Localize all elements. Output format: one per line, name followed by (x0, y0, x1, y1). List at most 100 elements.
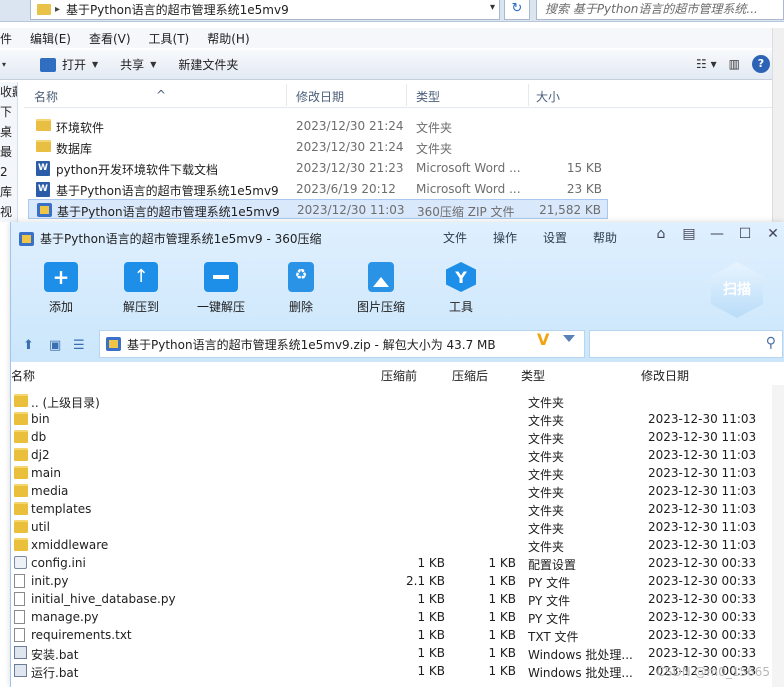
address-bar[interactable]: ▸ 基于Python语言的超市管理系统1e5mv9 ▾ (30, 0, 500, 20)
menu-item-tools[interactable]: 工具(T) (149, 30, 190, 47)
folder-icon (14, 538, 28, 551)
one-click-extract-label: 一键解压 (196, 300, 245, 314)
scrollbar[interactable] (772, 28, 784, 222)
folder-icon (14, 466, 28, 479)
address-bar-row: ▸ 基于Python语言的超市管理系统1e5mv9 ▾ ↻ 搜索 基于Pytho… (0, 0, 784, 22)
chevron-down-icon[interactable]: ▾ (2, 60, 16, 69)
maximize-icon[interactable]: ☐ (737, 226, 753, 242)
nav-item[interactable]: 桌 (0, 122, 17, 142)
column-size[interactable]: 大小 (536, 88, 560, 105)
menu-item-view[interactable]: 查看(V) (89, 30, 131, 47)
menu-item-file[interactable]: 文件 (443, 229, 467, 246)
zip-file-row[interactable]: .. (上级目录) 文件夹 (11, 392, 771, 410)
zip-file-name: templates (31, 502, 92, 516)
one-click-extract-button[interactable]: 一键解压 (181, 262, 261, 315)
menu-item-settings[interactable]: 设置 (543, 229, 567, 246)
zip-file-row[interactable]: bin 文件夹 2023-12-30 11:03 (11, 410, 771, 428)
zip-file-row[interactable]: media 文件夹 2023-12-30 11:03 (11, 482, 771, 500)
preview-pane-icon[interactable]: ▥ (729, 57, 740, 71)
thumbnail-view-icon[interactable]: ▣ (49, 338, 61, 353)
scrollbar[interactable] (772, 385, 784, 687)
help-icon[interactable]: ? (752, 55, 770, 73)
zip-file-row[interactable]: 安装.bat 1 KB 1 KB Windows 批处理... 2023-12-30 0… (11, 644, 771, 662)
column-divider[interactable] (286, 84, 287, 106)
config-file-icon (14, 556, 27, 569)
nav-item[interactable]: 最 (0, 142, 17, 162)
scan-button[interactable]: 扫描 (711, 262, 763, 318)
column-date[interactable]: 修改日期 (296, 88, 344, 105)
column-date[interactable]: 修改日期 (641, 367, 689, 384)
zip-file-after-size: 1 KB (488, 574, 516, 588)
zip-file-name: util (31, 520, 50, 534)
zip-file-row[interactable]: manage.py 1 KB 1 KB PY 文件 2023-12-30 00:33 (11, 608, 771, 626)
close-icon[interactable]: ✕ (765, 226, 781, 242)
image-compress-button[interactable]: 图片压缩 (341, 262, 421, 315)
skin-icon[interactable]: ⌂ (653, 226, 669, 242)
list-view-icon[interactable]: ☰ (73, 338, 85, 353)
chevron-down-icon[interactable]: ▾ (490, 2, 495, 13)
chevron-down-icon[interactable] (563, 335, 575, 342)
menu-item-edit[interactable]: 编辑(E) (30, 30, 71, 47)
view-controls: ☷ ▾ ▥ ? (696, 55, 770, 73)
menu-item-operate[interactable]: 操作 (493, 229, 517, 246)
column-name[interactable]: 名称 (34, 88, 58, 105)
file-row[interactable]: W python开发环境软件下载文档 2023/12/30 21:23 Micr… (28, 158, 608, 178)
new-folder-button[interactable]: 新建文件夹 (178, 56, 238, 73)
file-row[interactable]: 数据库 2023/12/30 21:24 文件夹 (28, 137, 608, 157)
file-size: 23 KB (566, 182, 602, 196)
zip-file-row[interactable]: util 文件夹 2023-12-30 11:03 (11, 518, 771, 536)
extract-to-button[interactable]: 解压到 (101, 262, 181, 315)
column-before[interactable]: 压缩前 (381, 367, 417, 384)
view-options-icon[interactable]: ☷ ▾ (696, 57, 717, 71)
archive-path-bar[interactable]: 基于Python语言的超市管理系统1e5mv9.zip - 解包大小为 43.7… (99, 330, 585, 358)
open-button[interactable]: 打开 ▼ (40, 56, 98, 73)
zip-file-row[interactable]: xmiddleware 文件夹 2023-12-30 11:03 (11, 536, 771, 554)
column-divider[interactable] (528, 84, 529, 106)
nav-item[interactable]: 库 (0, 182, 17, 202)
column-name[interactable]: 名称 (11, 367, 35, 384)
menu-item-help[interactable]: 帮助 (593, 229, 617, 246)
column-type[interactable]: 类型 (416, 88, 440, 105)
file-row[interactable]: W 基于Python语言的超市管理系统1e5mv9 2023/6/19 20:1… (28, 179, 608, 199)
search-input[interactable]: 搜索 基于Python语言的超市管理系统... (536, 0, 784, 20)
add-button[interactable]: 添加 (21, 262, 101, 315)
zip-file-row[interactable]: db 文件夹 2023-12-30 11:03 (11, 428, 771, 446)
file-row-selected[interactable]: 基于Python语言的超市管理系统1e5mv9 2023/12/30 11:03… (28, 199, 608, 219)
up-arrow-icon[interactable]: ⬆ (23, 338, 34, 353)
file-row[interactable]: 环境软件 2023/12/30 21:24 文件夹 (28, 116, 608, 136)
column-divider[interactable] (406, 84, 407, 106)
zip-file-type: 文件夹 (528, 396, 565, 410)
breadcrumb[interactable]: 基于Python语言的超市管理系统1e5mv9 (66, 1, 289, 18)
zip-search-input[interactable]: ⚲ (589, 330, 783, 358)
zip-file-row[interactable]: main 文件夹 2023-12-30 11:03 (11, 464, 771, 482)
zip-file-row[interactable]: templates 文件夹 2023-12-30 11:03 (11, 500, 771, 518)
zip-file-type: PY 文件 (528, 576, 571, 590)
zip-file-row[interactable]: config.ini 1 KB 1 KB 配置设置 2023-12-30 00:33 (11, 554, 771, 572)
feedback-icon[interactable]: ▤ (681, 226, 697, 242)
tools-button[interactable]: 工具 (421, 262, 501, 315)
zip-menu-bar: 文件 操作 设置 帮助 (443, 229, 643, 246)
menu-item-help[interactable]: 帮助(H) (207, 30, 249, 47)
nav-item[interactable]: 下 (0, 102, 17, 122)
search-icon[interactable]: ⚲ (766, 335, 776, 351)
zip-file-type: 文件夹 (528, 468, 565, 482)
nav-item[interactable]: 收藏 (0, 82, 17, 102)
column-after[interactable]: 压缩后 (452, 367, 488, 384)
share-button[interactable]: 共享 ▼ (120, 56, 156, 73)
menu-item-file[interactable]: 件 (0, 30, 12, 47)
refresh-icon[interactable]: ↻ (504, 0, 530, 20)
verified-icon[interactable]: V (537, 330, 549, 349)
zip-file-type: 文件夹 (528, 504, 565, 518)
zip-file-row[interactable]: init.py 2.1 KB 1 KB PY 文件 2023-12-30 00:33 (11, 572, 771, 590)
nav-item[interactable]: 视 (0, 202, 17, 222)
column-type[interactable]: 类型 (521, 367, 545, 384)
file-type: Microsoft Word ... (416, 182, 521, 196)
add-icon (44, 262, 78, 292)
delete-button[interactable]: 删除 (261, 262, 341, 315)
zip-file-row[interactable]: dj2 文件夹 2023-12-30 11:03 (11, 446, 771, 464)
file-type: Microsoft Word ... (416, 161, 521, 175)
zip-file-row[interactable]: initial_hive_database.py 1 KB 1 KB PY 文件 202… (11, 590, 771, 608)
minimize-icon[interactable]: — (709, 226, 725, 242)
zip-file-row[interactable]: requirements.txt 1 KB 1 KB TXT 文件 2023-12-30… (11, 626, 771, 644)
nav-item[interactable]: 2 (0, 162, 17, 182)
